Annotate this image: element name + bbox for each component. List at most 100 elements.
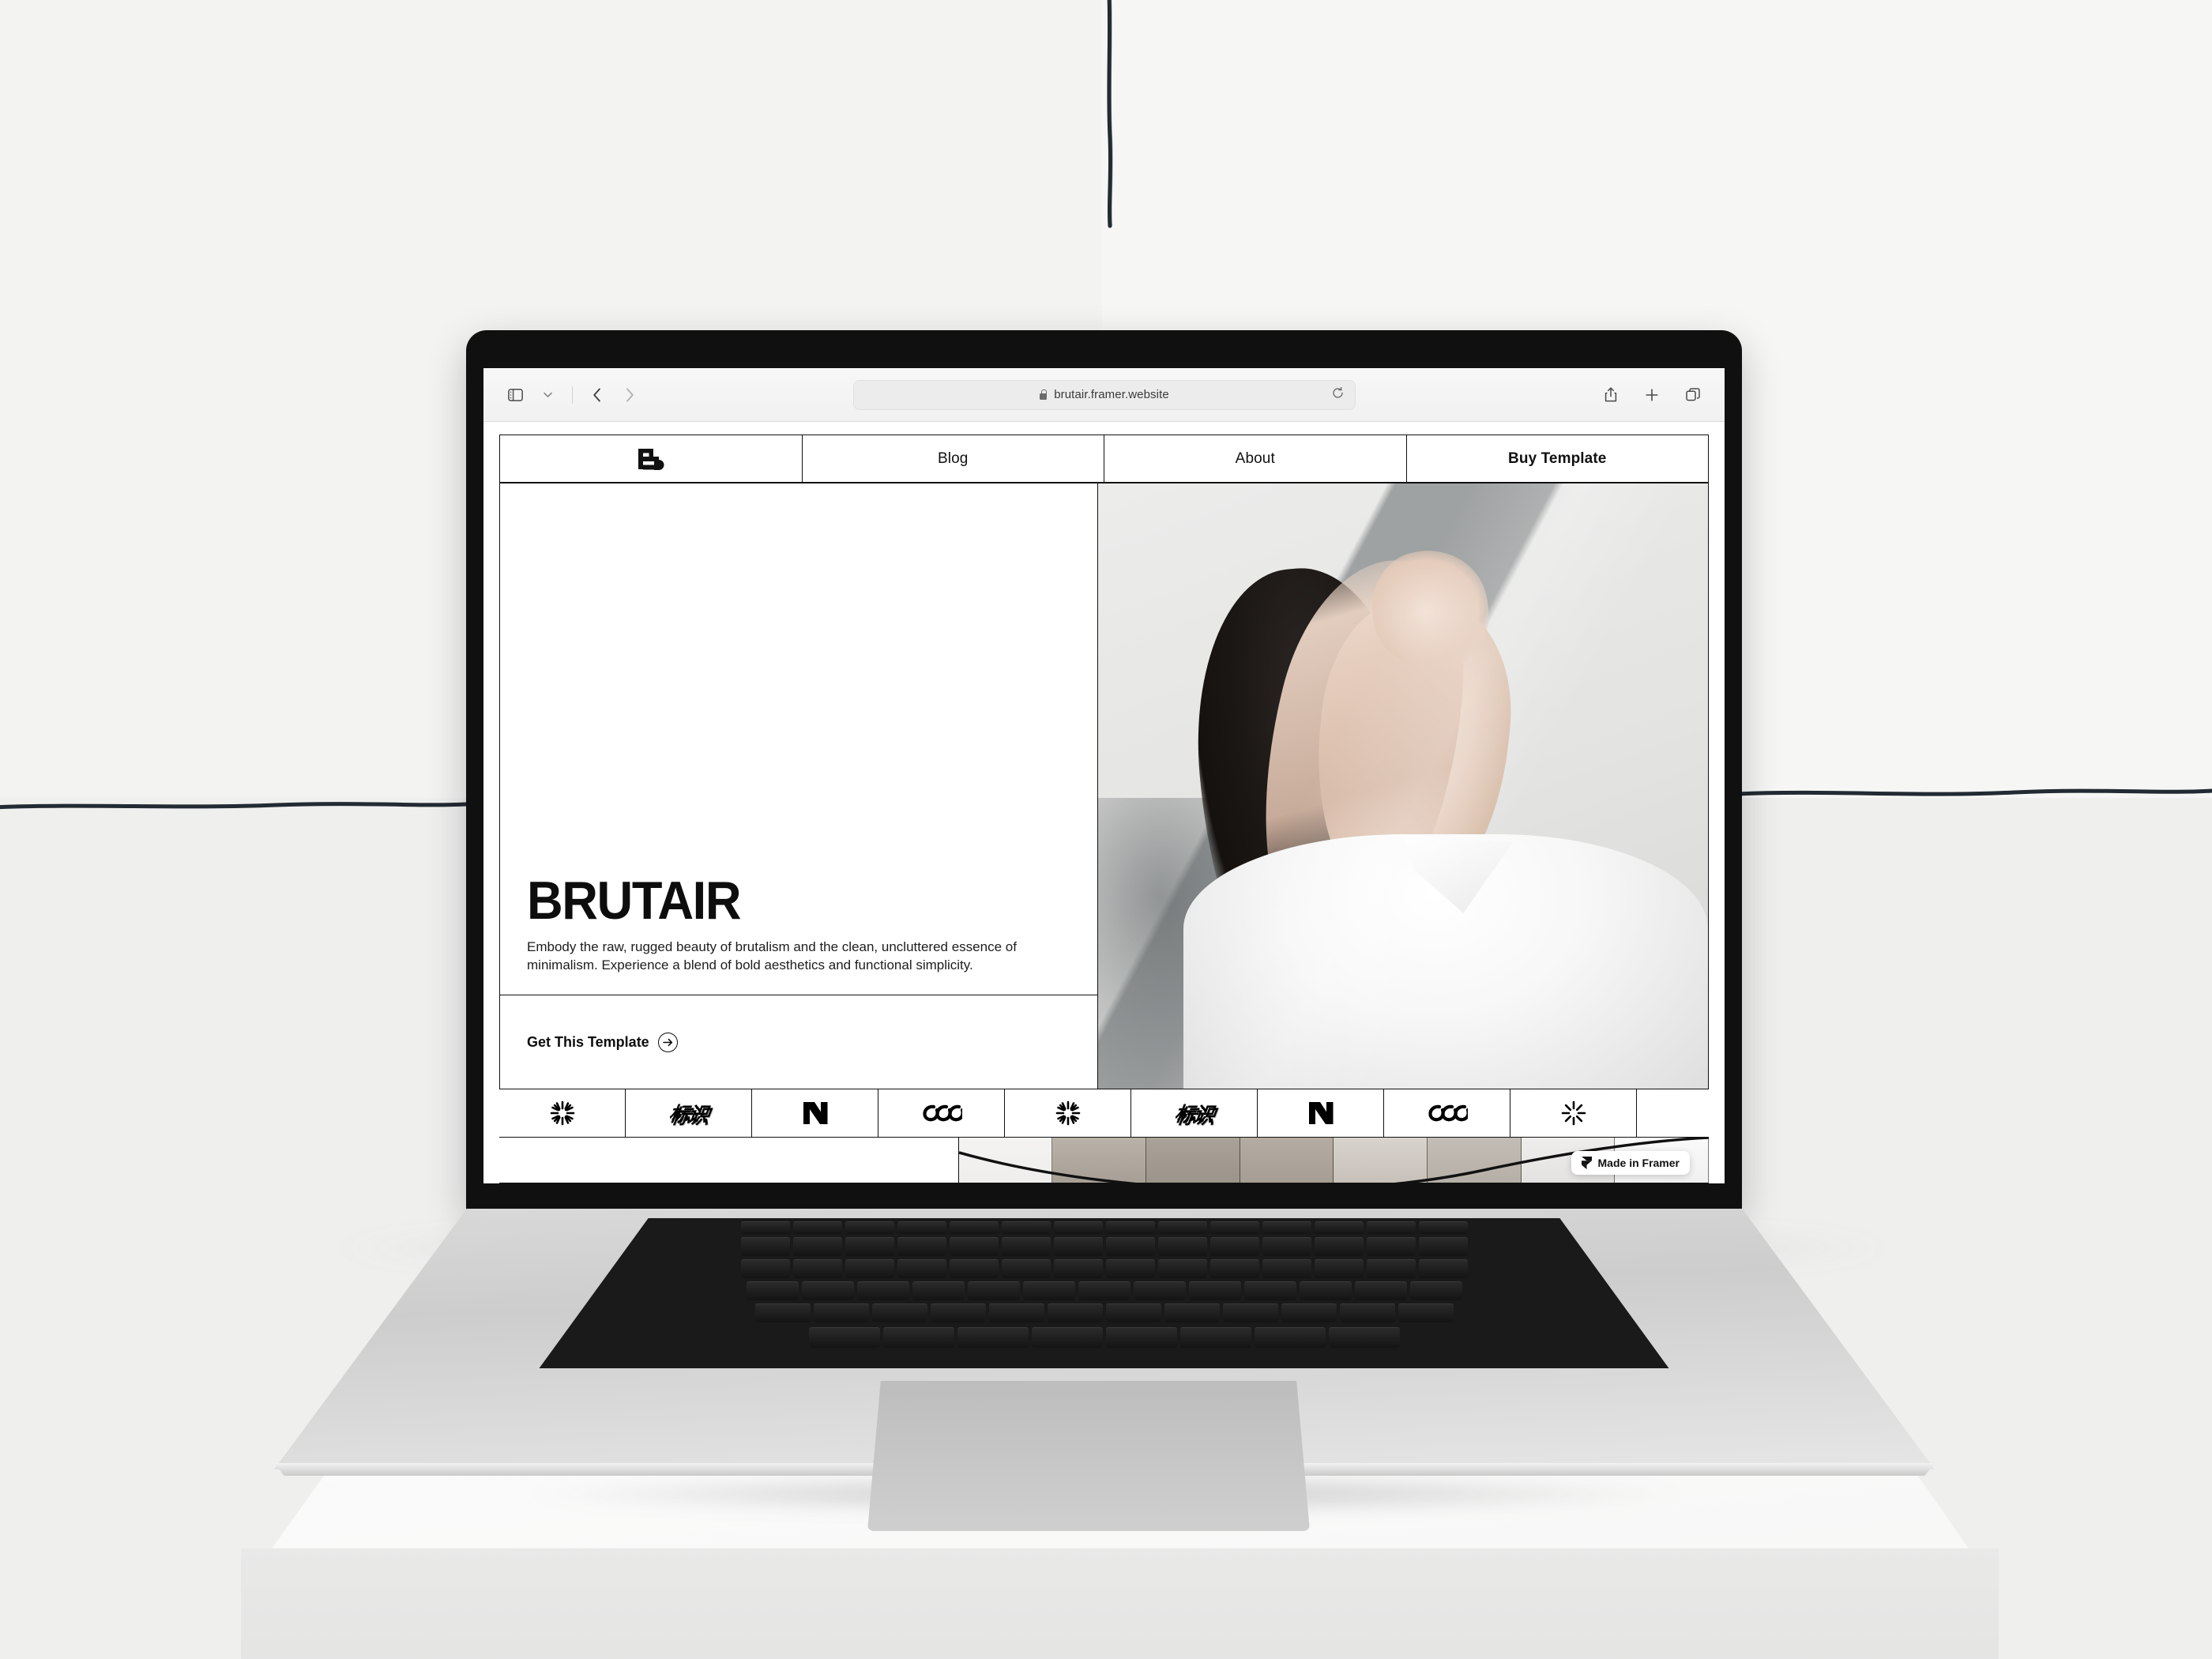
keyboard-key [1188,1281,1241,1300]
keyboard-key [1366,1259,1416,1278]
keyboard-key [871,1304,927,1322]
cjk-logo-text: 标识 [668,1104,709,1126]
keyboard-key [1398,1304,1454,1322]
n-mark-icon [1308,1102,1333,1124]
keyboard-key [1105,1259,1155,1278]
teaser-blank [499,1138,959,1183]
lock-icon [1039,389,1048,400]
marquee-item: 标识 [1131,1089,1258,1137]
keyboard-key [897,1259,946,1278]
keyboard-key [1053,1237,1103,1256]
site-navigation: Blog About Buy Template [499,434,1709,483]
keyboard-key [845,1221,894,1234]
keyboard-key [1262,1221,1311,1234]
keyboard-key [1053,1259,1103,1278]
keyboard-key [801,1281,854,1300]
keyboard-key [845,1259,894,1278]
next-section-teaser: Made in Framer [499,1138,1709,1183]
keyboard-key [1078,1281,1130,1300]
keyboard-key [1053,1221,1103,1234]
arrow-right-circle-icon [657,1032,678,1052]
reload-icon[interactable] [1332,386,1344,403]
marquee-item [752,1089,878,1137]
pedestal-face [241,1548,1999,1659]
keyboard-key [1314,1221,1364,1234]
marquee-item [878,1089,1005,1137]
hero-cta-row: Get This Template [500,995,1097,1089]
keyboard-key [1031,1327,1103,1348]
n-mark-icon [803,1102,827,1124]
keyboard-key [1105,1237,1155,1256]
keyboard-key [1314,1259,1364,1278]
nav-item-blog[interactable]: Blog [801,435,1104,482]
get-this-template-link[interactable]: Get This Template [527,1032,678,1052]
keyboard-key [792,1259,842,1278]
keyboard-key [1047,1304,1103,1322]
nav-logo[interactable] [499,435,803,482]
keyboard-key [1262,1259,1311,1278]
keyboard-key [1418,1221,1468,1234]
keyboard-key [746,1281,799,1300]
keyboard-key [1418,1237,1468,1256]
keyboard-key [1133,1281,1186,1300]
tab-overview-icon[interactable] [1682,384,1704,406]
hero-image [1097,483,1708,1089]
keyboard-key [1299,1281,1352,1300]
keyboard-key [1105,1327,1177,1348]
forward-arrow-icon[interactable] [619,384,641,406]
keyboard-key [949,1259,999,1278]
nav-label-blog: Blog [938,450,969,467]
keyboard-key [1179,1327,1251,1348]
keyboard-key [740,1237,790,1256]
keyboard-key [1243,1281,1296,1300]
keyboard-key [1328,1327,1400,1348]
photo-light-sheen [1097,483,1708,1089]
nav-item-about[interactable]: About [1104,435,1407,482]
chevron-down-icon[interactable] [536,384,559,406]
marquee-item [1384,1089,1510,1137]
nav-item-buy-template[interactable]: Buy Template [1405,435,1709,482]
hero-subtitle: Embody the raw, rugged beauty of brutali… [527,939,1017,972]
keyboard-key [1157,1237,1207,1256]
laptop-keyboard [539,1218,1669,1368]
loops-icon [1428,1104,1468,1122]
share-icon[interactable] [1600,384,1622,406]
laptop-screen: brutair.framer.website Blog About Buy Te… [483,368,1725,1183]
keyboard-key [897,1221,946,1234]
keyboard-key [792,1237,842,1256]
keyboard-key [1001,1221,1051,1234]
marquee-item [1258,1089,1384,1137]
starburst-icon [1055,1100,1080,1126]
plus-icon[interactable] [1641,384,1663,406]
keyboard-key [1001,1237,1051,1256]
keyboard-key [813,1304,869,1322]
nav-label-buy-template: Buy Template [1508,450,1607,467]
keyboard-key [897,1237,946,1256]
keyboard-key [1105,1221,1155,1234]
sidebar-toggle-icon[interactable] [504,384,526,406]
keyboard-key [845,1237,894,1256]
keyboard-key [957,1327,1029,1348]
url-bar[interactable]: brutair.framer.website [852,379,1356,410]
website-viewport: Blog About Buy Template BRUTAIR Embody t… [483,422,1725,1183]
starburst-icon [550,1100,574,1126]
back-arrow-icon[interactable] [586,384,608,406]
laptop-lid: brutair.framer.website Blog About Buy Te… [466,330,1742,1211]
cjk-logo-text: 标识 [1173,1104,1215,1126]
starburst-icon [1561,1100,1586,1126]
laptop-mockup: brutair.framer.website Blog About Buy Te… [274,330,1935,1531]
keyboard-key [808,1327,880,1348]
keyboard-key [1354,1281,1407,1300]
keyboard-key [792,1221,842,1234]
keyboard-key [1209,1259,1259,1278]
made-in-framer-badge[interactable]: Made in Framer [1571,1151,1690,1175]
brutair-logo-icon [638,447,664,471]
keyboard-key [1157,1259,1207,1278]
keyboard-key [1366,1221,1416,1234]
keyboard-key [740,1259,790,1278]
keyboard-key [1314,1237,1364,1256]
marquee-item [499,1089,626,1137]
keyboard-key [1222,1304,1278,1322]
page-title: BRUTAIR [527,871,741,931]
keyboard-key [1105,1304,1161,1322]
